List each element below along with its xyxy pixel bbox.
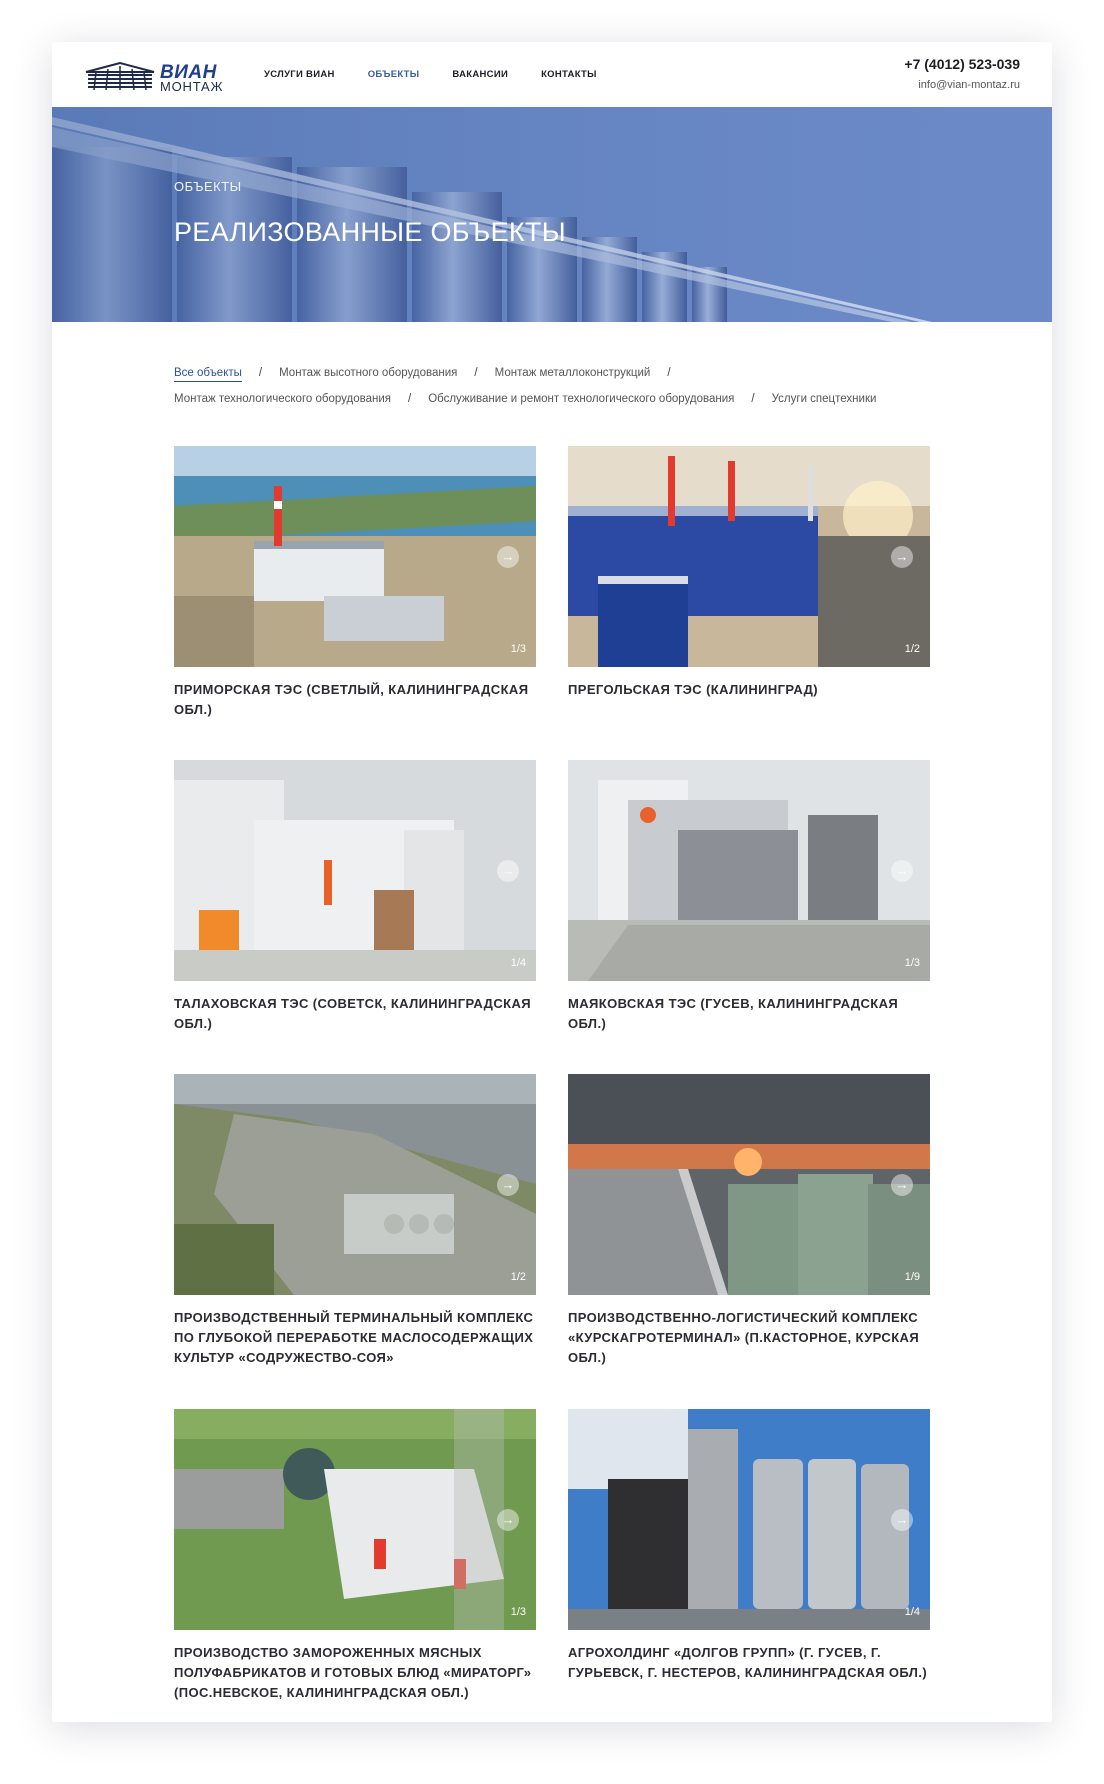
slide-counter: 1/4 — [904, 1606, 920, 1618]
nav-item-services[interactable]: УСЛУГИ ВИАН — [264, 69, 335, 80]
project-photo-slider[interactable]: → 1/4 — [174, 760, 536, 981]
slide-counter: 1/3 — [510, 1606, 526, 1618]
slide-counter: 1/2 — [904, 643, 920, 655]
site-header: ВИАН МОНТАЖ УСЛУГИ ВИАН ОБЪЕКТЫ ВАКАНСИИ… — [52, 42, 1052, 107]
project-title[interactable]: ПРИМОРСКАЯ ТЭС (СВЕТЛЫЙ, КАЛИНИНГРАДСКАЯ… — [174, 680, 536, 720]
hero-subtitle: ОБЪЕКТЫ — [174, 179, 242, 194]
project-card[interactable]: → 1/4 АГРОХОЛДИНГ «ДОЛГОВ ГРУПП» (Г. ГУС… — [568, 1409, 930, 1683]
nav-item-vacancies[interactable]: ВАКАНСИИ — [452, 69, 508, 80]
project-card[interactable]: → 1/2 ПРОИЗВОДСТВЕННЫЙ ТЕРМИНАЛЬНЫЙ КОМП… — [174, 1074, 536, 1368]
project-card[interactable]: → 1/4 ТАЛАХОВСКАЯ ТЭС (СОВЕТСК, КАЛИНИНГ… — [174, 760, 536, 1034]
project-card[interactable]: → 1/3 МАЯКОВСКАЯ ТЭС (ГУСЕВ, КАЛИНИНГРАД… — [568, 760, 930, 1034]
project-photo-slider[interactable]: → 1/4 — [568, 1409, 930, 1630]
filter-tech-equipment[interactable]: Монтаж технологического оборудования — [174, 386, 391, 412]
nav-item-objects[interactable]: ОБЪЕКТЫ — [368, 69, 420, 80]
filter-maintenance[interactable]: Обслуживание и ремонт технологического о… — [428, 386, 734, 412]
slide-counter: 1/2 — [510, 1271, 526, 1283]
arrow-right-icon[interactable]: → — [891, 860, 913, 882]
nav-item-contacts[interactable]: КОНТАКТЫ — [541, 69, 597, 80]
category-filters: Все объекты / Монтаж высотного оборудовани… — [174, 360, 944, 412]
project-title[interactable]: ТАЛАХОВСКАЯ ТЭС (СОВЕТСК, КАЛИНИНГРАДСКА… — [174, 994, 536, 1034]
page-title: РЕАЛИЗОВАННЫЕ ОБЪЕКТЫ — [174, 217, 566, 247]
hero-image — [52, 107, 1052, 322]
slide-counter: 1/4 — [510, 957, 526, 969]
filter-separator: / — [258, 367, 263, 379]
project-card[interactable]: → 1/3 ПРОИЗВОДСТВО ЗАМОРОЖЕННЫХ МЯСНЫХ П… — [174, 1409, 536, 1703]
project-card[interactable]: → 1/3 ПРИМОРСКАЯ ТЭС (СВЕТЛЫЙ, КАЛИНИНГР… — [174, 446, 536, 720]
hero-banner: ОБЪЕКТЫ РЕАЛИЗОВАННЫЕ ОБЪЕКТЫ — [52, 107, 1052, 322]
project-photo — [174, 760, 536, 981]
project-photo — [174, 1409, 536, 1630]
email-link[interactable]: info@vian-montaz.ru — [904, 79, 1020, 91]
arrow-right-icon[interactable]: → — [891, 1509, 913, 1531]
phone-link[interactable]: +7 (4012) 523-039 — [904, 56, 1020, 72]
project-photo-slider[interactable]: → 1/2 — [568, 446, 930, 667]
filter-high-rise[interactable]: Монтаж высотного оборудования — [279, 360, 457, 386]
filter-metal-structures[interactable]: Монтаж металлоконструкций — [495, 360, 651, 386]
page-shell: ВИАН МОНТАЖ УСЛУГИ ВИАН ОБЪЕКТЫ ВАКАНСИИ… — [52, 42, 1052, 1722]
project-title[interactable]: ПРОИЗВОДСТВЕННО-ЛОГИСТИЧЕСКИЙ КОМПЛЕКС «… — [568, 1308, 930, 1368]
logo[interactable]: ВИАН МОНТАЖ — [84, 62, 224, 94]
logo-text-bottom: МОНТАЖ — [160, 79, 224, 94]
project-photo-slider[interactable]: → 1/9 — [568, 1074, 930, 1295]
project-photo-slider[interactable]: → 1/3 — [568, 760, 930, 981]
arrow-right-icon[interactable]: → — [497, 860, 519, 882]
project-photo — [568, 760, 930, 981]
project-title[interactable]: ПРОИЗВОДСТВО ЗАМОРОЖЕННЫХ МЯСНЫХ ПОЛУФАБ… — [174, 1643, 536, 1703]
project-title[interactable]: ПРОИЗВОДСТВЕННЫЙ ТЕРМИНАЛЬНЫЙ КОМПЛЕКС П… — [174, 1308, 536, 1368]
slide-counter: 1/3 — [904, 957, 920, 969]
main-nav: УСЛУГИ ВИАН ОБЪЕКТЫ ВАКАНСИИ КОНТАКТЫ — [264, 69, 597, 80]
project-card[interactable]: → 1/2 ПРЕГОЛЬСКАЯ ТЭС (КАЛИНИНГРАД) — [568, 446, 930, 700]
filter-separator: / — [474, 367, 478, 379]
project-title[interactable]: ПРЕГОЛЬСКАЯ ТЭС (КАЛИНИНГРАД) — [568, 680, 930, 700]
slide-counter: 1/3 — [510, 643, 526, 655]
filter-separator: / — [751, 393, 755, 405]
project-photo — [568, 1409, 930, 1630]
arrow-right-icon[interactable]: → — [497, 1174, 519, 1196]
project-photo-slider[interactable]: → 1/3 — [174, 446, 536, 667]
filter-separator: / — [667, 367, 671, 379]
header-contacts: +7 (4012) 523-039 info@vian-montaz.ru — [904, 56, 1020, 91]
project-photo-slider[interactable]: → 1/3 — [174, 1409, 536, 1630]
slide-counter: 1/9 — [904, 1271, 920, 1283]
arrow-right-icon[interactable]: → — [497, 546, 519, 568]
arrow-right-icon[interactable]: → — [497, 1509, 519, 1531]
filter-all[interactable]: Все объекты — [174, 366, 242, 382]
arrow-right-icon[interactable]: → — [891, 1174, 913, 1196]
arrow-right-icon[interactable]: → — [891, 546, 913, 568]
project-photo — [174, 446, 536, 667]
project-photo — [568, 446, 930, 667]
project-card[interactable]: → 1/9 ПРОИЗВОДСТВЕННО-ЛОГИСТИЧЕСКИЙ КОМП… — [568, 1074, 930, 1368]
logo-icon — [85, 62, 155, 91]
project-title[interactable]: АГРОХОЛДИНГ «ДОЛГОВ ГРУПП» (Г. ГУСЕВ, Г.… — [568, 1643, 930, 1683]
filter-special-machinery[interactable]: Услуги спецтехники — [772, 386, 877, 412]
project-photo — [174, 1074, 536, 1295]
project-photo — [568, 1074, 930, 1295]
filter-separator: / — [407, 393, 412, 405]
project-title[interactable]: МАЯКОВСКАЯ ТЭС (ГУСЕВ, КАЛИНИНГРАДСКАЯ О… — [568, 994, 930, 1034]
project-photo-slider[interactable]: → 1/2 — [174, 1074, 536, 1295]
